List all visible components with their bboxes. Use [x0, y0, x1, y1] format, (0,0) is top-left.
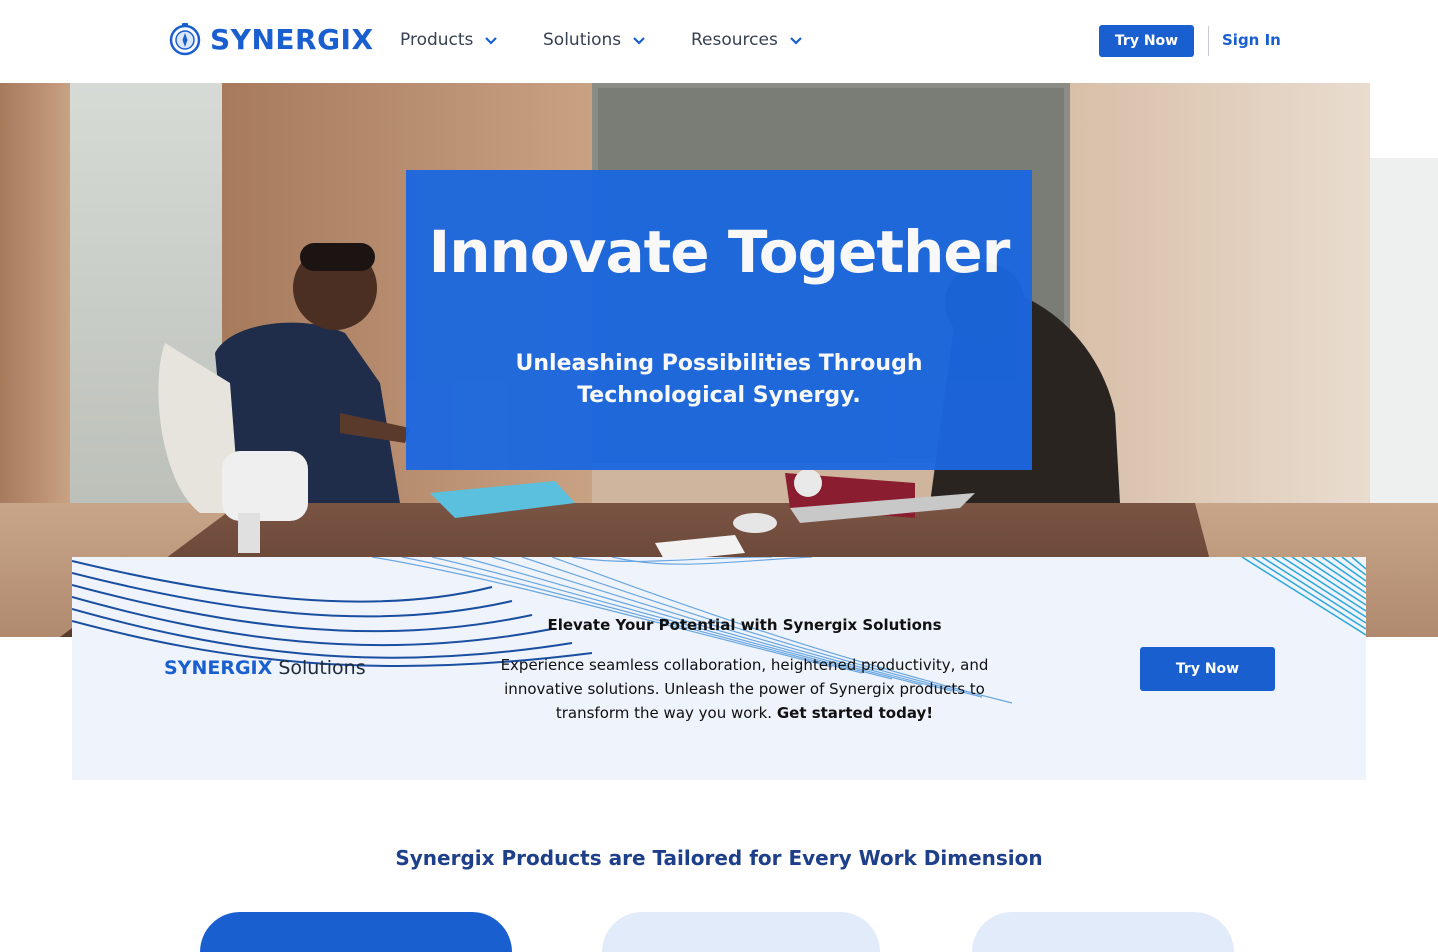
product-tab[interactable]: [602, 912, 880, 952]
site-header: SYNERGIX Products Solutions Resources Tr…: [0, 0, 1438, 83]
product-tab-active[interactable]: [200, 912, 512, 952]
compass-icon: [169, 23, 201, 56]
logo[interactable]: SYNERGIX: [168, 22, 374, 56]
nav-resources[interactable]: Resources: [691, 30, 804, 50]
hero-title: Innovate Together: [428, 218, 1011, 286]
hero-subtitle: Unleashing Possibilities Through Technol…: [515, 351, 923, 408]
solutions-try-now-button[interactable]: Try Now: [1140, 647, 1275, 691]
products-section-title: Synergix Products are Tailored for Every…: [395, 846, 1043, 870]
solutions-body-cta: Get started today!: [776, 704, 934, 722]
solutions-heading: Elevate Your Potential with Synergix Sol…: [547, 616, 942, 634]
try-now-button[interactable]: Try Now: [1099, 25, 1194, 57]
solutions-card: SYNERGIX Solutions Elevate Your Potentia…: [72, 557, 1366, 780]
nav-label: Resources: [691, 30, 778, 50]
hero: Innovate Together Unleashing Possibiliti…: [0, 83, 1438, 637]
solutions-brand-rest: Solutions: [272, 657, 366, 679]
solutions-body: Experience seamless collaboration, heigh…: [467, 653, 1022, 725]
nav-label: Products: [400, 30, 474, 50]
hero-banner: Innovate Together Unleashing Possibiliti…: [406, 170, 1032, 470]
chevron-down-icon: [790, 37, 802, 45]
brand-name: SYNERGIX: [210, 22, 374, 56]
chevron-down-icon: [485, 37, 498, 45]
solutions-brand-bold: SYNERGIX: [164, 657, 273, 679]
chevron-down-icon: [633, 37, 645, 45]
nav-products[interactable]: Products: [400, 30, 499, 50]
nav-label: Solutions: [543, 30, 622, 50]
nav-solutions[interactable]: Solutions: [543, 30, 647, 50]
sign-in-link[interactable]: Sign In: [1222, 31, 1281, 49]
solutions-brand: SYNERGIX Solutions: [164, 657, 366, 679]
product-tab[interactable]: [972, 912, 1234, 952]
header-divider: [1208, 26, 1209, 56]
